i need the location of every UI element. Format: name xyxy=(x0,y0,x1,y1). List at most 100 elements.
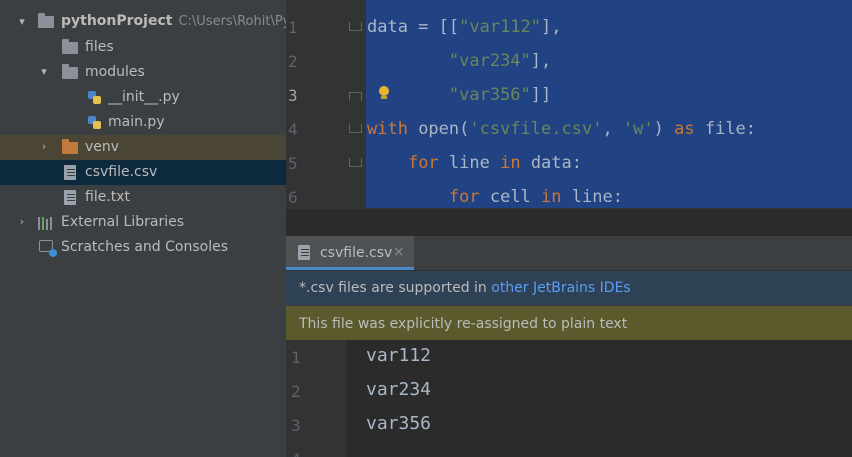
code-line[interactable]: 3 "var356"]] xyxy=(286,78,852,112)
project-root-label: pythonProject xyxy=(61,13,173,29)
tree-item-label: file.txt xyxy=(85,189,131,205)
code-token: data = [[ xyxy=(367,17,460,37)
code-token: with xyxy=(367,119,419,139)
chevron-right-icon[interactable]: › xyxy=(16,216,28,228)
tree-item-venv[interactable]: › venv xyxy=(0,135,286,160)
jetbrains-ides-link[interactable]: other JetBrains IDEs xyxy=(491,280,630,296)
tree-item-main-py[interactable]: main.py xyxy=(0,110,286,135)
folder-icon xyxy=(38,13,54,28)
banner-text: This file was explicitly re-assigned to … xyxy=(299,315,628,332)
excluded-folder-icon xyxy=(62,139,78,154)
code-token: file: xyxy=(704,119,757,139)
code-token: "var356" xyxy=(448,85,531,105)
code-token: cell xyxy=(489,187,542,207)
tab-csvfile[interactable]: csvfile.csv × xyxy=(286,236,414,270)
tree-item-label: External Libraries xyxy=(61,214,184,230)
plugin-suggestion-banner: *.csv files are supported in other JetBr… xyxy=(286,271,852,305)
code-line[interactable]: 1 data = [["var112"], xyxy=(286,10,852,44)
code-text: for line in data: xyxy=(367,153,582,173)
fold-marker-icon[interactable] xyxy=(349,22,362,31)
main-editor[interactable]: 1 data = [["var112"], 2 "var234"], 3 "va… xyxy=(286,0,852,208)
tree-item-label: files xyxy=(85,39,114,55)
text-line[interactable]: 3 var356 xyxy=(286,408,852,442)
tree-item-root[interactable]: ▾ pythonProject C:\Users\Rohit\Py xyxy=(0,10,286,35)
code-token: data: xyxy=(530,153,582,173)
code-text: "var356"]] xyxy=(367,85,551,105)
code-line[interactable]: 2 "var234"], xyxy=(286,44,852,78)
code-token: "var112" xyxy=(459,17,542,37)
code-token: for xyxy=(448,187,490,207)
line-number: 1 xyxy=(288,18,298,37)
tree-item-init-py[interactable]: __init__.py xyxy=(0,85,286,110)
code-token: "var234" xyxy=(448,51,531,71)
fold-marker-icon[interactable] xyxy=(349,158,362,167)
banner-text: *.csv files are supported in xyxy=(299,280,492,296)
csv-editor[interactable]: 1 var112 2 var234 3 var356 4 xyxy=(286,340,852,457)
code-token: ]] xyxy=(530,85,552,105)
line-number: 1 xyxy=(291,348,301,367)
text-line[interactable]: 4 xyxy=(286,442,852,457)
chevron-down-icon[interactable]: ▾ xyxy=(38,66,50,78)
code-line[interactable]: 5 for line in data: xyxy=(286,146,852,180)
code-text: with open('csvfile.csv', 'w') as file: xyxy=(367,119,756,139)
libraries-icon xyxy=(38,215,54,231)
code-line[interactable]: 4 with open('csvfile.csv', 'w') as file: xyxy=(286,112,852,146)
line-number: 3 xyxy=(291,416,301,435)
line-number: 6 xyxy=(288,188,298,207)
tree-item-csvfile[interactable]: csvfile.csv xyxy=(0,160,286,185)
fold-marker-icon[interactable] xyxy=(349,92,362,101)
module-folder-icon xyxy=(62,64,78,79)
python-file-icon xyxy=(87,90,103,106)
line-number: 3 xyxy=(288,86,298,105)
code-token: ) xyxy=(653,119,675,139)
code-token: line: xyxy=(571,187,623,207)
line-number: 4 xyxy=(291,450,315,457)
tree-item-label: modules xyxy=(85,64,145,80)
fold-marker-icon[interactable] xyxy=(349,124,362,133)
project-tool-window: ▾ pythonProject C:\Users\Rohit\Py files ▾… xyxy=(0,0,286,457)
text-line[interactable]: 2 var234 xyxy=(286,374,852,408)
tab-label: csvfile.csv xyxy=(320,245,393,261)
code-line[interactable]: 6 for cell in line: xyxy=(286,180,852,208)
scratches-icon xyxy=(39,240,57,257)
tree-item-files[interactable]: files xyxy=(0,35,286,60)
python-file-icon xyxy=(87,115,103,131)
tree-item-label: csvfile.csv xyxy=(85,164,158,180)
code-token: line xyxy=(448,153,501,173)
folder-icon xyxy=(62,39,78,54)
code-token: 'w' xyxy=(622,119,654,139)
chevron-down-icon[interactable]: ▾ xyxy=(16,16,28,28)
tree-item-modules[interactable]: ▾ modules xyxy=(0,60,286,85)
editor-tab-bar: csvfile.csv × xyxy=(286,236,852,271)
tree-item-label: main.py xyxy=(108,114,165,130)
close-icon[interactable]: × xyxy=(393,244,405,260)
code-text: for cell in line: xyxy=(367,187,623,207)
code-token: as xyxy=(674,119,705,139)
text-file-icon xyxy=(64,190,76,205)
tree-item-label: venv xyxy=(85,139,120,155)
text-file-icon xyxy=(298,245,310,260)
code-token: ], xyxy=(541,17,562,37)
text-line[interactable]: 1 var112 xyxy=(286,340,852,374)
line-number: 4 xyxy=(288,120,298,139)
line-number: 2 xyxy=(288,52,298,71)
code-text: "var234"], xyxy=(367,51,551,71)
text-file-icon xyxy=(64,165,76,180)
code-token: for xyxy=(407,153,449,173)
tree-item-label: Scratches and Consoles xyxy=(61,239,228,255)
text-content: var356 xyxy=(366,413,432,434)
tree-item-file-txt[interactable]: file.txt xyxy=(0,185,286,210)
tree-item-scratches[interactable]: Scratches and Consoles xyxy=(0,235,286,260)
line-number: 5 xyxy=(288,154,298,173)
chevron-right-icon[interactable]: › xyxy=(38,141,50,153)
tree-item-external-libraries[interactable]: › External Libraries xyxy=(0,210,286,235)
code-text: data = [["var112"], xyxy=(367,17,562,37)
tree-item-label: __init__.py xyxy=(108,89,180,105)
code-token: in xyxy=(541,187,572,207)
code-token: open( xyxy=(418,119,470,139)
text-content: var112 xyxy=(366,345,432,366)
editor-splitter[interactable] xyxy=(286,208,852,235)
line-number: 2 xyxy=(291,382,301,401)
